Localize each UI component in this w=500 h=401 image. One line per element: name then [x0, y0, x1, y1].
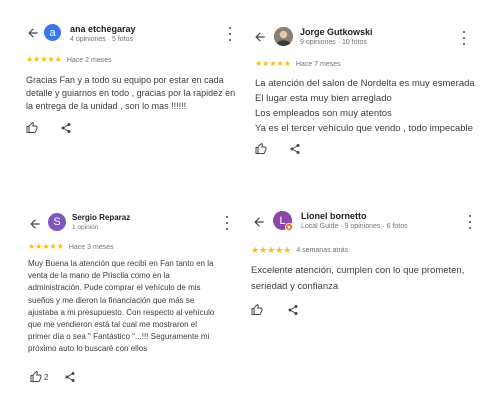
review-time: 4 semanas atrás [296, 247, 349, 254]
rating-row: ★★★★★ Hace 7 meses [255, 60, 341, 68]
reviewer-name[interactable]: Jorge Gutkowski [300, 27, 373, 37]
back-arrow-icon[interactable] [26, 26, 40, 40]
reviewer-meta: Local Guide · 9 opiniones · 6 fotos [301, 223, 408, 230]
review-card: Jorge Gutkowski 9 opiniones · 10 fotos ★… [245, 0, 500, 160]
reviewer-meta: 1 opinión [72, 224, 99, 231]
more-options-icon[interactable] [467, 215, 473, 229]
back-arrow-icon[interactable] [252, 215, 266, 229]
thumbs-up-icon[interactable] [30, 371, 42, 383]
thumbs-up-icon[interactable] [251, 304, 263, 316]
thumbs-up-icon[interactable] [255, 143, 267, 155]
review-text: Muy Buena la atención que recibí en Fan … [28, 259, 215, 354]
review-text: La atención del salon de Nordelta es muy… [255, 78, 475, 134]
back-arrow-icon[interactable] [28, 217, 42, 231]
rating-row: ★★★★★ Hace 3 meses [28, 243, 114, 251]
review-card: a ana etchegaray 4 opiniones · 5 fotos ★… [0, 0, 245, 150]
share-icon[interactable] [289, 143, 301, 155]
review-actions [26, 122, 72, 134]
star-rating: ★★★★★ [26, 55, 62, 64]
reviewer-meta: 9 opiniones · 10 fotos [300, 39, 367, 46]
avatar-photo-icon [274, 27, 293, 46]
share-icon[interactable] [60, 122, 72, 134]
review-time: Hace 2 meses [66, 56, 112, 64]
review-card: S Sergio Reparaz 1 opinión ★★★★★ Hace 3 … [0, 200, 245, 401]
review-text: Excelente atención, cumplen con lo que p… [251, 265, 465, 292]
reviewer-name[interactable]: ana etchegaray [70, 24, 136, 34]
more-options-icon[interactable] [227, 27, 233, 41]
star-rating: ★★★★★ [255, 59, 291, 68]
avatar[interactable] [274, 27, 293, 46]
star-rating: ★★★★★ [28, 242, 64, 251]
review-actions [251, 304, 299, 316]
review-text: Gracias Fan y a todo su equipo por estar… [26, 75, 236, 111]
back-arrow-icon[interactable] [253, 30, 267, 44]
share-icon[interactable] [64, 371, 76, 383]
rating-row: ★★★★★ 4 semanas atrás [251, 246, 348, 255]
avatar[interactable]: a [44, 24, 61, 41]
review-time: Hace 3 meses [68, 243, 114, 251]
more-options-icon[interactable] [461, 31, 467, 45]
reviewer-name[interactable]: Sergio Reparaz [72, 213, 130, 222]
reviewer-name[interactable]: Lionel bornetto [301, 211, 367, 221]
like-count: 2 [44, 372, 49, 382]
review-actions: 2 [30, 371, 76, 383]
thumbs-up-icon[interactable] [26, 122, 38, 134]
rating-row: ★★★★★ Hace 2 meses [26, 56, 112, 64]
avatar[interactable]: S [48, 213, 66, 231]
review-time: Hace 7 meses [295, 60, 341, 68]
reviewer-meta: 4 opiniones · 5 fotos [70, 36, 134, 43]
review-card: L Lionel bornetto Local Guide · 9 opinio… [245, 200, 500, 401]
local-guide-badge-icon [285, 223, 293, 231]
star-rating: ★★★★★ [251, 245, 292, 255]
review-actions [255, 143, 301, 155]
more-options-icon[interactable] [224, 216, 230, 230]
share-icon[interactable] [287, 304, 299, 316]
